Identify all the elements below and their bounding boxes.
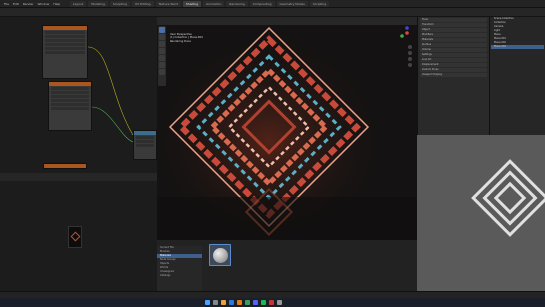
outliner[interactable]: Scene Collection Collection Camera Light Pla…	[489, 17, 545, 135]
music-icon[interactable]	[261, 300, 266, 305]
settings-icon[interactable]	[277, 300, 282, 305]
start-icon[interactable]	[205, 300, 210, 305]
tab-modeling[interactable]: Modeling	[88, 1, 108, 7]
properties-panel[interactable]: Tools Transform Object Modifiers Materials Su…	[417, 17, 489, 135]
browser-icon[interactable]	[229, 300, 234, 305]
properties-row[interactable]: Line Art	[420, 58, 487, 62]
tool-button[interactable]	[159, 34, 165, 40]
outliner-item[interactable]: Plane.004	[491, 45, 544, 49]
shader-node-editor[interactable]	[0, 17, 157, 173]
search-icon[interactable]	[213, 300, 218, 305]
tab-compositing[interactable]: Compositing	[249, 1, 275, 7]
menu-item[interactable]: Edit	[13, 2, 19, 6]
viewport-header	[157, 17, 417, 25]
menu-item[interactable]: File	[4, 2, 9, 6]
tab-layout[interactable]: Layout	[70, 1, 87, 7]
properties-row[interactable]: Object	[420, 28, 487, 32]
render-thumbnail	[68, 226, 82, 248]
properties-row[interactable]: Custom Props	[420, 68, 487, 72]
chat-icon[interactable]	[253, 300, 258, 305]
tab-shading[interactable]: Shading	[182, 1, 202, 7]
tab-sculpting[interactable]: Sculpting	[109, 1, 130, 7]
tab-uv-editing[interactable]: UV Editing	[131, 1, 154, 7]
os-taskbar	[0, 298, 545, 307]
image-editor-header	[0, 173, 157, 181]
render-artwork	[157, 17, 417, 239]
menu-item[interactable]: Help	[53, 2, 60, 6]
tool-button[interactable]	[159, 62, 165, 68]
viewport-toolbar	[158, 26, 166, 86]
material-thumbnail[interactable]	[209, 244, 231, 266]
tab-texture-paint[interactable]: Texture Paint	[155, 1, 181, 7]
diamond-logo-icon	[471, 159, 545, 237]
video-icon[interactable]	[269, 300, 274, 305]
tab-scripting[interactable]: Scripting	[309, 1, 330, 7]
asset-browser-sidebar: Current File Brushes Materials Node Groups O…	[157, 246, 202, 291]
properties-row[interactable]: Volume	[420, 48, 487, 52]
app-icon[interactable]	[245, 300, 250, 305]
properties-row[interactable]: Transform	[420, 23, 487, 27]
tool-button[interactable]	[159, 27, 165, 33]
workspace-tabs: Layout Modeling Sculpting UV Editing Texture…	[70, 1, 330, 7]
folder-icon[interactable]	[221, 300, 226, 305]
menu-item[interactable]: Window	[38, 2, 50, 6]
properties-row[interactable]: Surface	[420, 43, 487, 47]
editor-header	[0, 8, 545, 17]
viewport-info-line: Rendering Done	[170, 39, 191, 43]
properties-row[interactable]: Viewport Display	[420, 73, 487, 77]
tab-geometry-nodes[interactable]: Geometry Nodes	[276, 1, 308, 7]
tool-button[interactable]	[159, 69, 165, 75]
tab-animation[interactable]: Animation	[203, 1, 225, 7]
tool-button[interactable]	[159, 48, 165, 54]
properties-row[interactable]: Tools	[420, 18, 487, 22]
viewport-info: User Perspective (1) Collection | Plane.…	[170, 33, 203, 43]
properties-row[interactable]: Modifiers	[420, 33, 487, 37]
tool-button[interactable]	[159, 41, 165, 47]
3d-viewport[interactable]	[157, 17, 417, 239]
tool-button[interactable]	[159, 55, 165, 61]
right-lower-area	[417, 135, 545, 295]
blender-icon[interactable]	[237, 300, 242, 305]
properties-row[interactable]: Materials	[420, 38, 487, 42]
menu-item[interactable]: Render	[23, 2, 34, 6]
status-bar	[0, 291, 545, 298]
image-editor[interactable]	[0, 173, 157, 291]
properties-row[interactable]: Settings	[420, 53, 487, 57]
tab-rendering[interactable]: Rendering	[226, 1, 248, 7]
asset-catalog-item[interactable]: Catalogs	[157, 274, 202, 278]
node-links	[87, 46, 134, 143]
properties-row[interactable]: Displacement	[420, 63, 487, 67]
